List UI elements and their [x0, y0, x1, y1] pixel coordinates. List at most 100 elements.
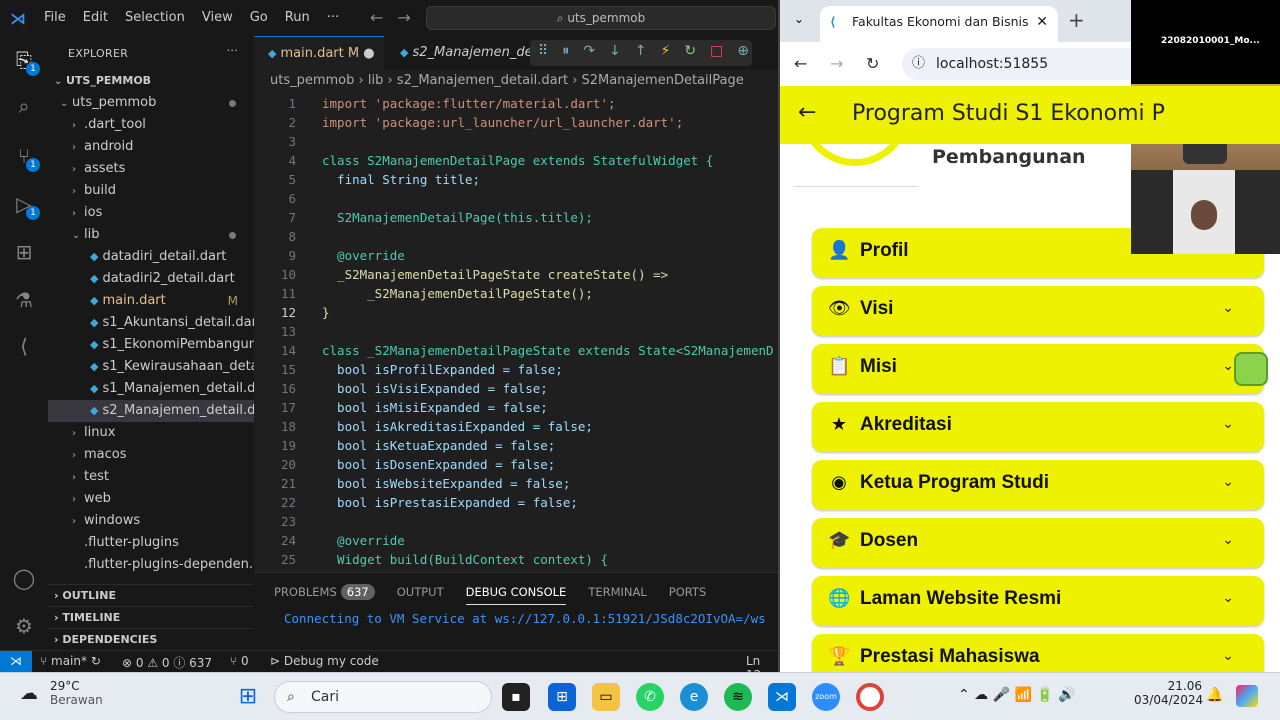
panel-tab[interactable]: DEBUG CONSOLE: [465, 585, 567, 605]
code-line[interactable]: 18 bool isAkreditasiExpanded = false;: [254, 417, 780, 436]
menu-item[interactable]: Selection: [125, 10, 185, 25]
back-arrow-icon[interactable]: ←: [370, 8, 383, 27]
copilot-icon[interactable]: [1236, 685, 1258, 707]
clock[interactable]: 21.06 03/04/2024: [1134, 679, 1203, 707]
file-item[interactable]: ◆ datadiri2_detail.dart: [48, 268, 254, 290]
code-line[interactable]: 17 bool isMisiExpanded = false;: [254, 398, 780, 417]
forward-icon[interactable]: →: [830, 54, 843, 73]
step-into-icon[interactable]: ↓: [609, 43, 621, 63]
panel-tab[interactable]: OUTPUT: [397, 585, 444, 611]
code-line[interactable]: 5 final String title;: [254, 170, 780, 189]
taskbar-search[interactable]: ⌕ Cari: [274, 681, 492, 713]
menu-item[interactable]: Go: [250, 10, 268, 25]
file-item[interactable]: ◆ s1_Akuntansi_detail.dart: [48, 312, 254, 334]
more-icon[interactable]: ···: [227, 44, 238, 57]
accordion-prestasi-mahasiswa[interactable]: 🏆 Prestasi Mahasiswa ⌄: [812, 634, 1264, 672]
close-tab-icon[interactable]: ✕: [1036, 6, 1048, 38]
folder-item[interactable]: › android: [48, 136, 254, 158]
tray-icons[interactable]: ⌃ ☁ 🎤 📶 🔋 🔊: [958, 687, 1076, 703]
outline-section[interactable]: › OUTLINE: [48, 584, 254, 606]
remote-icon[interactable]: ⋊: [0, 651, 32, 673]
folder-item[interactable]: .flutter-plugins-dependen...: [48, 554, 254, 576]
code-line[interactable]: 1 import 'package:flutter/material.dart';: [254, 94, 780, 113]
folder-item[interactable]: › assets: [48, 158, 254, 180]
hot-reload-icon[interactable]: ⚡: [660, 43, 670, 63]
panel-tab[interactable]: TERMINAL: [588, 585, 646, 611]
code-line[interactable]: 24 @override: [254, 531, 780, 550]
code-line[interactable]: 21 bool isWebsiteExpanded = false;: [254, 474, 780, 493]
task-view-icon[interactable]: ▪: [502, 683, 530, 711]
code-line[interactable]: 4 class S2ManajemenDetailPage extends Sta…: [254, 151, 780, 170]
settings-gear-icon[interactable]: ⚙: [12, 614, 36, 638]
code-line[interactable]: 16 bool isVisiExpanded = false;: [254, 379, 780, 398]
whatsapp-icon[interactable]: ✆: [636, 683, 664, 711]
folder-item[interactable]: › .dart_tool: [48, 114, 254, 136]
step-out-icon[interactable]: ↑: [635, 43, 647, 63]
vscode-taskbar-icon[interactable]: ⋊: [768, 683, 796, 711]
code-line[interactable]: 23: [254, 512, 780, 531]
code-line[interactable]: 15 bool isProfilExpanded = false;: [254, 360, 780, 379]
inspect-icon[interactable]: ⊕: [737, 43, 749, 63]
workspace-root[interactable]: ⌄ UTS_PEMMOB: [48, 70, 254, 92]
code-line[interactable]: 10 _S2ManajemenDetailPageState createSta…: [254, 265, 780, 284]
pause-icon[interactable]: ⏸: [562, 43, 569, 63]
ports-status[interactable]: ⑂ 0: [230, 654, 249, 668]
folder-item[interactable]: › windows: [48, 510, 254, 532]
accordion-misi[interactable]: 📋 Misi ⌄: [812, 344, 1264, 394]
folder-item[interactable]: › linux: [48, 422, 254, 444]
breadcrumb[interactable]: uts_pemmob › lib › s2_Manajemen_detail.d…: [254, 70, 780, 94]
code-line[interactable]: 8: [254, 227, 780, 246]
drag-handle-icon[interactable]: ⠿: [538, 43, 548, 63]
file-explorer-icon[interactable]: ▭: [592, 683, 620, 711]
chrome-icon[interactable]: [856, 683, 884, 711]
search-icon[interactable]: ⌕: [12, 94, 36, 118]
code-line[interactable]: 12}: [254, 303, 780, 322]
menu-item[interactable]: File: [44, 10, 66, 25]
file-item[interactable]: ◆s2_Manajemen_detail.dart: [48, 400, 254, 422]
code-line[interactable]: 3: [254, 132, 780, 151]
code-line[interactable]: 14 class _S2ManajemenDetailPageState exte…: [254, 341, 780, 360]
code-line[interactable]: 22 bool isPrestasiExpanded = false;: [254, 493, 780, 512]
file-item[interactable]: ◆s1_EkonomiPembanguna...: [48, 334, 254, 356]
panel-tab[interactable]: PROBLEMS 637: [274, 584, 375, 611]
accordion-laman-website-resmi[interactable]: 🌐 Laman Website Resmi ⌄: [812, 576, 1264, 626]
code-line[interactable]: 25 Widget build(BuildContext context) {: [254, 550, 780, 569]
notification-bell-icon[interactable]: 🔔: [1206, 687, 1223, 703]
folder-item[interactable]: › build: [48, 180, 254, 202]
folder-item[interactable]: ⌄ lib: [48, 224, 254, 246]
code-line[interactable]: 9 @override: [254, 246, 780, 265]
menu-item[interactable]: Edit: [83, 10, 108, 25]
folder-item[interactable]: › ios: [48, 202, 254, 224]
spotify-icon[interactable]: ≋: [724, 683, 752, 711]
stop-icon[interactable]: □: [710, 43, 723, 63]
code-line[interactable]: 13: [254, 322, 780, 341]
reload-icon[interactable]: ↻: [866, 54, 879, 73]
file-item[interactable]: ◆s1_Manajemen_detail.dart: [48, 378, 254, 400]
debug-status[interactable]: ⊳ Debug my code: [270, 654, 379, 668]
code-line[interactable]: 19 bool isKetuaExpanded = false;: [254, 436, 780, 455]
dependencies-section[interactable]: › DEPENDENCIES: [48, 628, 254, 650]
restart-icon[interactable]: ↻: [684, 43, 696, 63]
problems-status[interactable]: ⊗ 0 ⚠ 0 ⓘ 637: [122, 654, 212, 671]
account-icon[interactable]: ◯: [12, 566, 36, 590]
folder-item[interactable]: .flutter-plugins: [48, 532, 254, 554]
file-item[interactable]: ◆ datadiri_detail.dart: [48, 246, 254, 268]
code-area[interactable]: 1 import 'package:flutter/material.dart';…: [254, 94, 780, 569]
timeline-section[interactable]: › TIMELINE: [48, 606, 254, 628]
explorer-icon[interactable]: ⎘ 1: [12, 48, 40, 76]
weather-widget[interactable]: ☁ 29°C Berawan: [20, 679, 103, 707]
testing-icon[interactable]: ⚗: [12, 288, 36, 312]
floating-widget-icon[interactable]: [1234, 352, 1268, 386]
code-line[interactable]: 11 _S2ManajemenDetailPageState();: [254, 284, 780, 303]
site-info-icon[interactable]: ⓘ: [912, 48, 925, 80]
accordion-akreditasi[interactable]: ★ Akreditasi ⌄: [812, 402, 1264, 452]
browser-tab[interactable]: ⟨ Fakultas Ekonomi dan Bisnis ✕: [820, 6, 1058, 42]
folder-item[interactable]: › test: [48, 466, 254, 488]
app-back-arrow-icon[interactable]: ←: [798, 100, 816, 125]
tab-search-icon[interactable]: ⌄: [794, 12, 804, 26]
run-debug-icon[interactable]: ▷ 1: [12, 192, 40, 220]
folder-item[interactable]: › macos: [48, 444, 254, 466]
tab-s2-manajemen[interactable]: ◆ s2_Manajemen_detai: [386, 36, 549, 70]
edge-icon[interactable]: e: [680, 683, 708, 711]
accordion-visi[interactable]: 👁 Visi ⌄: [812, 286, 1264, 336]
